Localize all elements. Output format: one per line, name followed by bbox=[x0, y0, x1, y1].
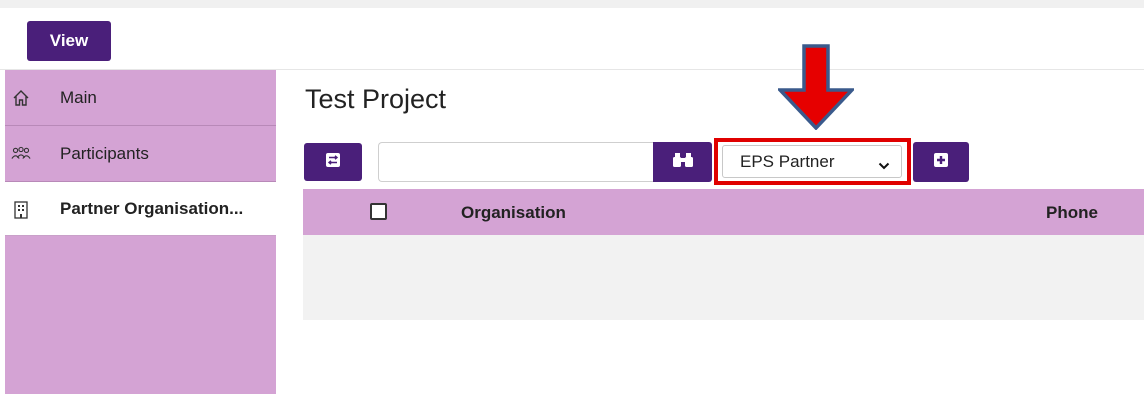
add-button[interactable] bbox=[913, 142, 969, 182]
column-header-organisation[interactable]: Organisation bbox=[461, 203, 566, 223]
view-button[interactable]: View bbox=[27, 21, 111, 61]
search-button[interactable] bbox=[653, 142, 712, 182]
sidebar: Main Participants Partner Organisation..… bbox=[5, 70, 276, 394]
search-input[interactable] bbox=[378, 142, 654, 182]
sidebar-item-participants[interactable]: Participants bbox=[5, 126, 276, 182]
table-body bbox=[303, 235, 1144, 320]
sidebar-item-label: Participants bbox=[60, 143, 149, 163]
page-title: Test Project bbox=[305, 84, 447, 114]
highlight-box bbox=[714, 138, 911, 185]
annotation-arrow-icon bbox=[778, 44, 854, 130]
home-icon bbox=[11, 88, 31, 108]
plus-icon bbox=[933, 152, 949, 173]
binoculars-icon bbox=[672, 152, 694, 173]
sidebar-item-main[interactable]: Main bbox=[5, 70, 276, 126]
column-header-phone[interactable]: Phone bbox=[1046, 203, 1098, 223]
filter-button[interactable] bbox=[304, 143, 362, 181]
building-icon bbox=[11, 200, 31, 220]
table-header: Organisation Phone bbox=[303, 189, 1144, 235]
people-icon bbox=[11, 144, 31, 164]
sidebar-item-label: Main bbox=[60, 87, 97, 107]
select-all-checkbox[interactable] bbox=[370, 203, 387, 220]
sidebar-item-label: Partner Organisation... bbox=[60, 198, 244, 218]
top-strip bbox=[0, 0, 1144, 8]
sidebar-item-partner-organisations[interactable]: Partner Organisation... bbox=[5, 182, 276, 236]
filter-icon bbox=[325, 152, 341, 173]
